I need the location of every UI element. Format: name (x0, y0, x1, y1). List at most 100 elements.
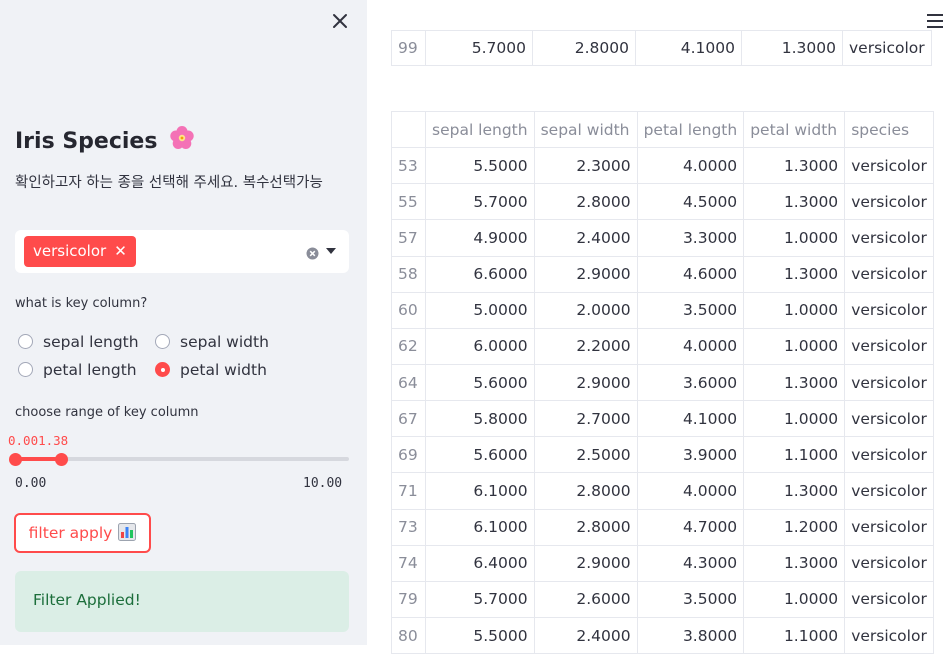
cell-sepal-length: 5.7000 (425, 580, 535, 618)
cell-species: versicolor (844, 472, 935, 510)
filtered-dataframe[interactable]: sepal length sepal width petal length pe… (391, 110, 935, 654)
row-index: 64 (391, 363, 426, 402)
header-petal-width[interactable]: petal width (743, 110, 846, 149)
table-row: 71 6.1000 2.8000 4.0000 1.3000 versicolor (391, 472, 935, 510)
range-label: choose range of key column (15, 405, 199, 420)
cell-petal-length: 3.3000 (636, 219, 745, 257)
cell-species: versicolor (844, 291, 935, 329)
slider-thumb-high[interactable] (54, 453, 68, 466)
filter-apply-button[interactable]: filter apply (14, 513, 151, 553)
slider-max-label: 10.00 (303, 476, 343, 491)
cell-petal-width: 1.3000 (743, 255, 846, 293)
hamburger-icon[interactable] (927, 14, 943, 28)
close-icon[interactable] (329, 10, 351, 32)
cell-species: versicolor (844, 219, 935, 257)
table-row: 62 6.0000 2.2000 4.0000 1.0000 versicolor (391, 327, 935, 365)
cell-species: versicolor (844, 363, 935, 402)
row-index: 53 (391, 147, 426, 185)
success-alert: Filter Applied! (15, 571, 349, 632)
cell-sepal-length: 5.6000 (425, 363, 535, 402)
cell-species: versicolor (844, 580, 935, 618)
cell-sepal-width: 2.8000 (533, 183, 638, 221)
row-index: 73 (391, 508, 426, 546)
cell-species: versicolor (844, 544, 935, 582)
table-row: 53 5.5000 2.3000 4.0000 1.3000 versicolor (391, 147, 935, 185)
cell-sepal-width: 2.9000 (533, 255, 638, 293)
cell-sepal-width: 2.4000 (533, 219, 638, 257)
cell-petal-width: 1.3000 (743, 147, 846, 185)
row-index: 55 (391, 183, 426, 221)
cell-petal-width: 1.3000 (743, 472, 846, 510)
cell-petal-length: 3.6000 (636, 363, 745, 402)
cell-sepal-width: 2.9000 (533, 363, 638, 402)
header-petal-length[interactable]: petal length (636, 110, 745, 149)
cell-petal-length: 4.1000 (636, 400, 745, 438)
cell-species: versicolor (844, 183, 935, 221)
radio-label: sepal length (43, 333, 139, 351)
cell-species: versicolor (844, 255, 935, 293)
cell-sepal-length: 4.9000 (425, 219, 535, 257)
cell-species: versicolor (844, 400, 935, 438)
success-alert-text: Filter Applied! (33, 591, 141, 609)
header-sepal-length[interactable]: sepal length (425, 110, 535, 149)
flower-icon (169, 125, 195, 157)
cell-sepal-length: 6.0000 (425, 327, 535, 365)
cell-sepal-length: 6.6000 (425, 255, 535, 293)
cell-sepal-width: 2.0000 (533, 291, 638, 329)
radio-label: petal width (180, 361, 267, 379)
radio-circle (18, 362, 33, 377)
sidebar: Iris Species 확인하고자 하는 종을 선택해 주세요. 복수선택가능… (0, 0, 367, 645)
row-index: 62 (391, 327, 426, 365)
chevron-down-icon[interactable] (326, 248, 336, 254)
cell-petal-width: 1.0000 (743, 291, 846, 329)
table-row: 60 5.0000 2.0000 3.5000 1.0000 versicolor (391, 291, 935, 329)
row-index: 74 (391, 544, 426, 582)
cell-petal-length: 3.9000 (636, 436, 745, 474)
header-species[interactable]: species (844, 110, 935, 149)
radio-circle-selected (155, 362, 170, 377)
header-index (391, 110, 426, 149)
row-index: 60 (391, 291, 426, 329)
cell-petal-length: 4.0000 (636, 147, 745, 185)
cell-petal-length: 4.0000 (636, 472, 745, 510)
cell-species: versicolor (844, 436, 935, 474)
cell-species: versicolor (844, 508, 935, 546)
cell-petal-width: 1.0000 (743, 327, 846, 365)
radio-circle (155, 334, 170, 349)
cell-petal-width: 1.3000 (741, 30, 843, 66)
chart-icon (118, 523, 137, 541)
clear-icon[interactable] (306, 245, 319, 260)
cell-petal-width: 1.1000 (743, 616, 846, 654)
cell-sepal-length: 5.5000 (425, 147, 535, 185)
cell-petal-width: 1.3000 (743, 363, 846, 402)
cell-sepal-width: 2.8000 (532, 30, 636, 66)
remove-tag-icon[interactable]: ✕ (114, 242, 127, 260)
table-row: 69 5.6000 2.5000 3.9000 1.1000 versicolor (391, 436, 935, 474)
radio-circle (18, 334, 33, 349)
cell-sepal-length: 5.7000 (425, 30, 533, 66)
species-description: 확인하고자 하는 종을 선택해 주세요. 복수선택가능 (15, 175, 323, 191)
cell-sepal-width: 2.5000 (533, 436, 638, 474)
cell-petal-length: 4.0000 (636, 327, 745, 365)
selected-tag: versicolor ✕ (24, 236, 136, 267)
top-dataframe[interactable]: 99 5.7000 2.8000 4.1000 1.3000 versicolo… (391, 30, 932, 66)
cell-petal-length: 4.6000 (636, 255, 745, 293)
row-index: 71 (391, 472, 426, 510)
table-row: 79 5.7000 2.6000 3.5000 1.0000 versicolor (391, 580, 935, 618)
cell-sepal-length: 6.4000 (425, 544, 535, 582)
cell-petal-width: 1.0000 (743, 400, 846, 438)
slider-thumb-low[interactable] (8, 453, 22, 466)
cell-sepal-width: 2.6000 (533, 580, 638, 618)
cell-species: versicolor (842, 30, 932, 66)
cell-species: versicolor (844, 616, 935, 654)
cell-petal-width: 1.3000 (743, 544, 846, 582)
table-row: 99 5.7000 2.8000 4.1000 1.3000 versicolo… (391, 30, 932, 66)
cell-sepal-width: 2.4000 (533, 616, 638, 654)
selected-tag-label: versicolor (33, 242, 107, 260)
species-multiselect[interactable]: versicolor ✕ (15, 230, 349, 273)
header-sepal-width[interactable]: sepal width (533, 110, 638, 149)
table-row: 55 5.7000 2.8000 4.5000 1.3000 versicolor (391, 183, 935, 221)
radio-label: sepal width (180, 333, 269, 351)
cell-petal-length: 4.5000 (636, 183, 745, 221)
cell-petal-width: 1.1000 (743, 436, 846, 474)
